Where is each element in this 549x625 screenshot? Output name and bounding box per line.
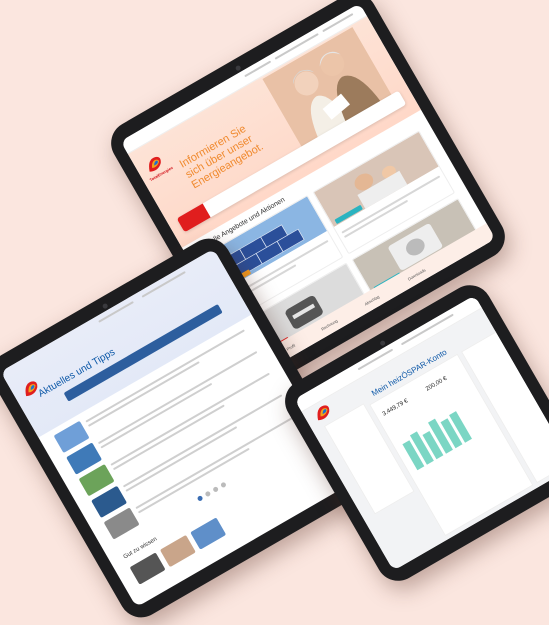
page-dot[interactable] (204, 490, 212, 498)
active-tab[interactable] (176, 203, 211, 233)
page-dot[interactable] (212, 485, 220, 493)
page-dot[interactable] (220, 481, 227, 489)
payment-value: 200,00 € (424, 375, 449, 393)
quick-link[interactable]: Downloads (407, 267, 427, 281)
balance-value: 3.449,79 € (381, 398, 410, 418)
page-dot[interactable] (196, 494, 204, 502)
consumption-chart (399, 408, 472, 471)
quick-link[interactable]: Abschlag (364, 294, 381, 307)
quick-link[interactable]: Profil (286, 343, 296, 352)
quick-link[interactable]: Rechnung (320, 318, 338, 331)
